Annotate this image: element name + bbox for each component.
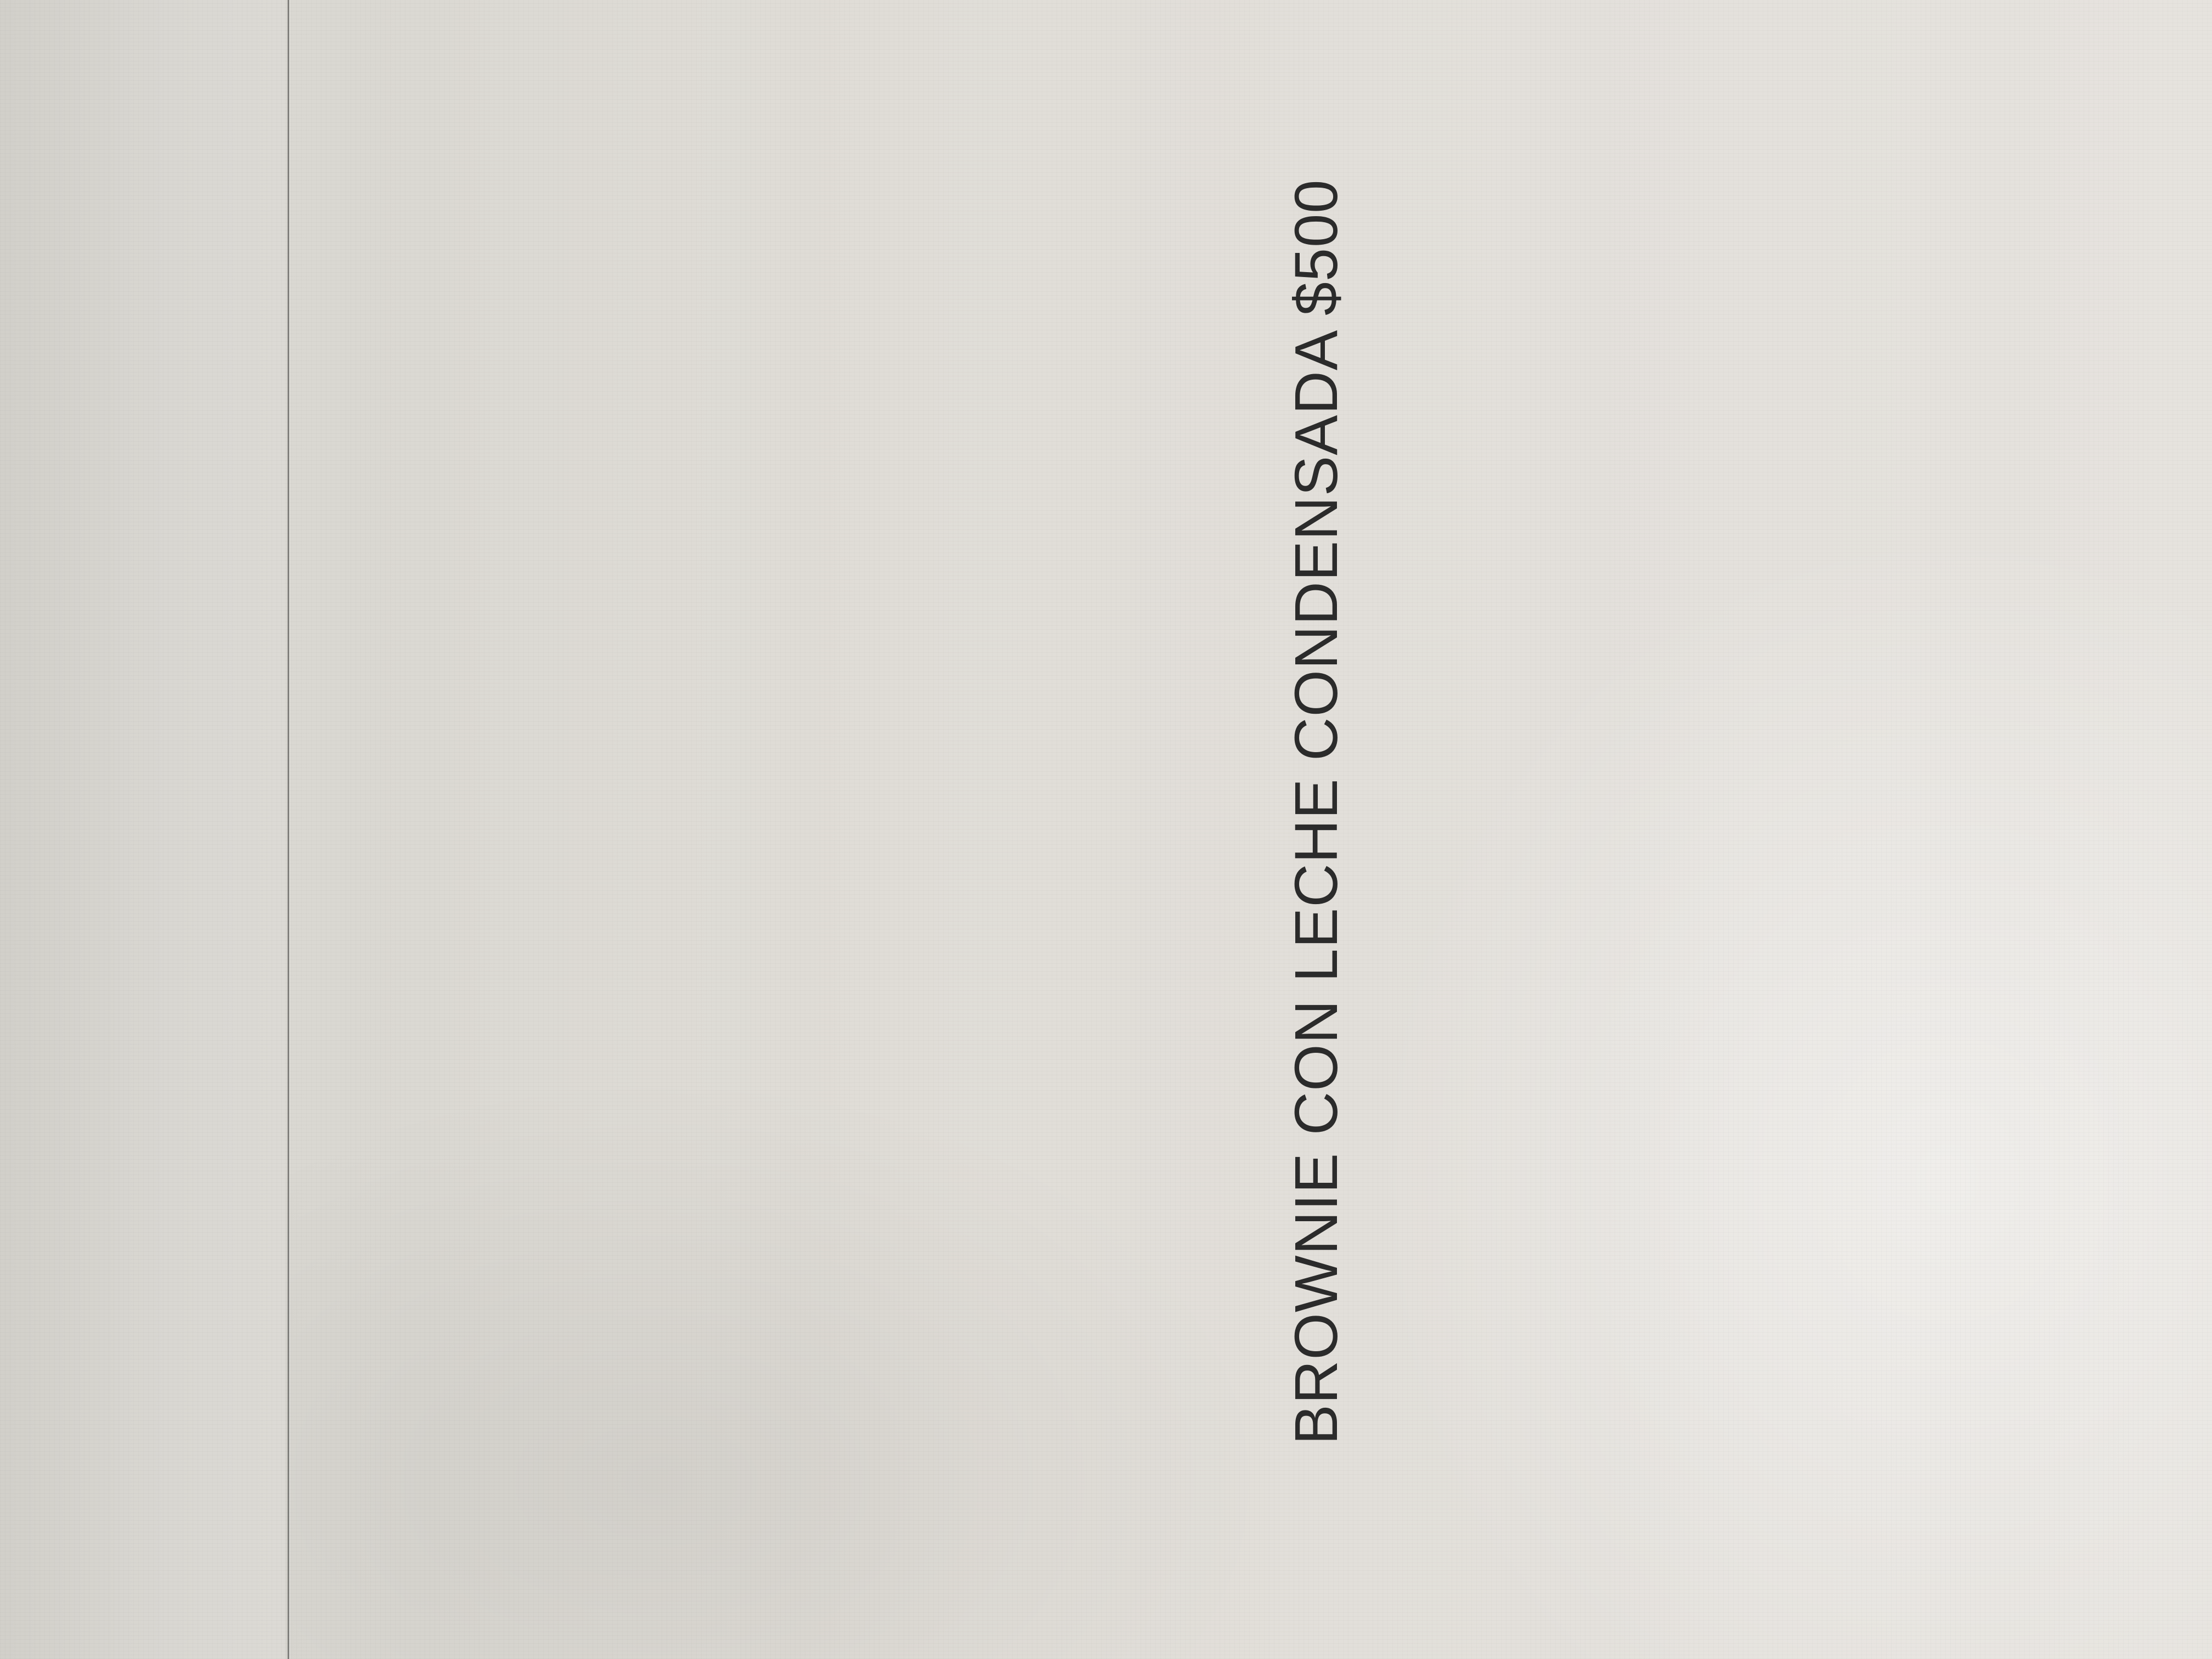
paper-texture [0,0,2212,1659]
fold-line [287,0,290,1659]
left-paper-panel [0,0,285,1659]
paper-card: BROWNIE CON LECHE CONDENSADA $500 [0,0,2212,1659]
product-price-caption: BROWNIE CON LECHE CONDENSADA $500 [1283,179,1350,1445]
